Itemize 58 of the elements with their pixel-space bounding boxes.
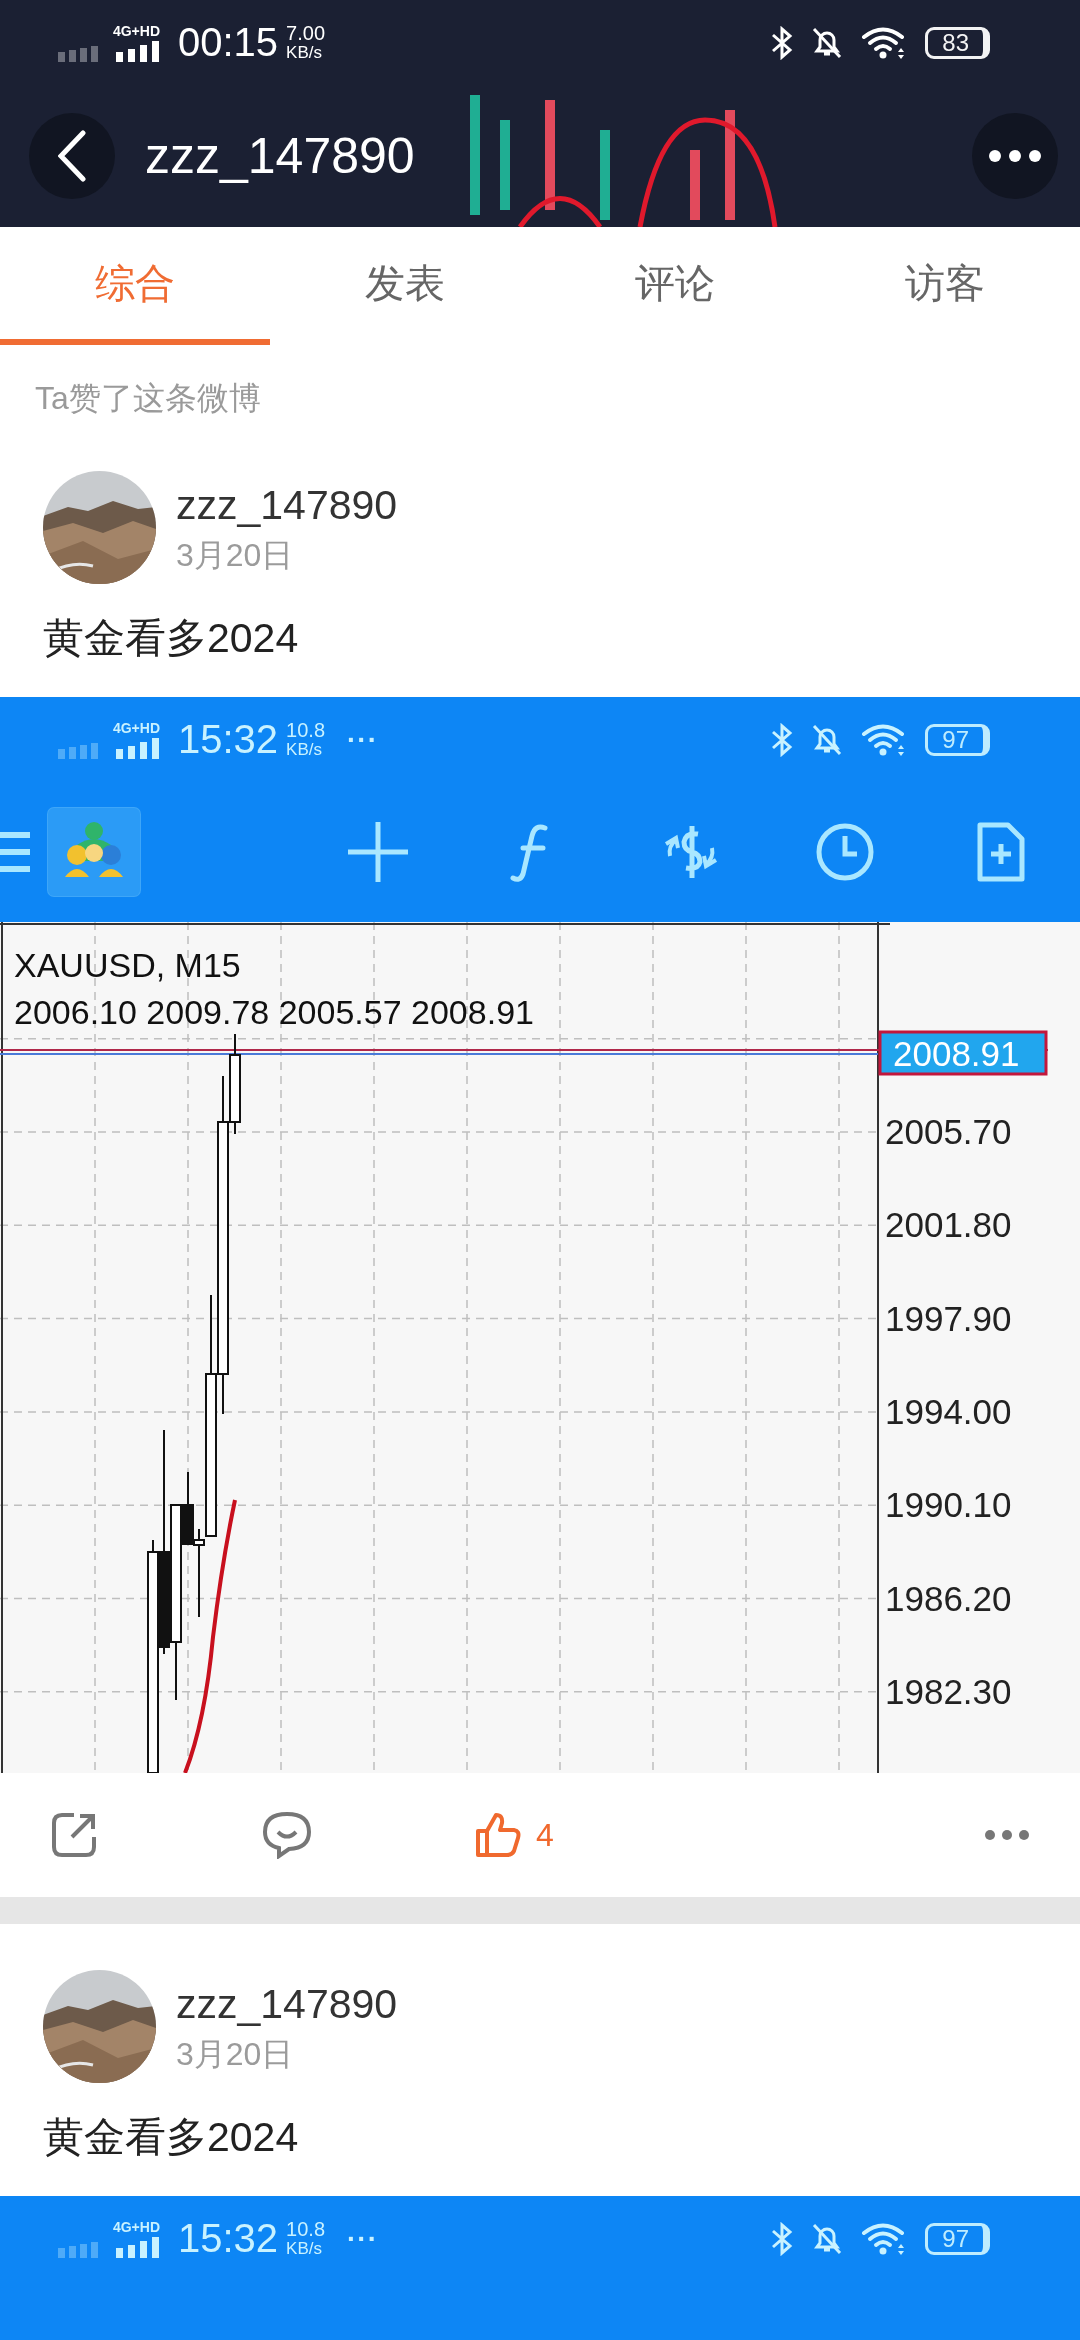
speed-unit: KB/s: [286, 2238, 323, 2258]
ohlc-values: 2006.10 2009.78 2005.57 2008.91: [14, 993, 534, 1031]
comment-button[interactable]: [262, 1811, 312, 1859]
author-name: zzz_147890: [176, 1979, 398, 2029]
axis-label: 1982.30: [885, 1671, 1012, 1711]
axis-label: 1994.00: [885, 1391, 1012, 1431]
bell-off-icon: [811, 2221, 844, 2256]
like-button[interactable]: 4: [474, 1811, 554, 1859]
post-text: 黄金看多2024: [42, 2113, 300, 2162]
bluetooth-icon: [771, 25, 794, 60]
comment-icon: [262, 1811, 312, 1859]
axis-label: 2005.70: [885, 1112, 1012, 1151]
crosshair-icon[interactable]: [348, 822, 408, 882]
bluetooth-icon: [771, 722, 794, 757]
share-icon: [50, 1811, 98, 1859]
more-icon: [984, 1829, 1030, 1841]
post-date: 3月20日: [176, 2034, 295, 2074]
chart-symbol: XAUUSD, M15: [14, 946, 241, 984]
more-icon: [988, 149, 1042, 163]
profile-title: zzz_147890: [145, 127, 416, 185]
signal-icon: [58, 2235, 160, 2258]
network-speed: 7.00: [286, 23, 326, 43]
axis-label: 1990.10: [885, 1485, 1012, 1525]
more-notifications: ···: [347, 2222, 379, 2255]
network-type: 4G+HD: [112, 23, 160, 38]
status-time: 00:15: [178, 20, 279, 65]
clock-icon[interactable]: [815, 822, 875, 882]
thumbs-up-icon: [474, 1811, 522, 1859]
bell-off-icon: [811, 25, 844, 60]
battery-indicator: 83: [925, 26, 990, 59]
app-logo-icon[interactable]: [48, 808, 140, 896]
network-speed: 10.8: [286, 720, 326, 740]
bluetooth-icon: [771, 2221, 794, 2256]
network-speed: 10.8: [286, 2219, 326, 2239]
share-button[interactable]: [50, 1811, 98, 1859]
speed-unit: KB/s: [286, 42, 323, 62]
current-price-tag: 2008.91: [878, 1030, 1048, 1076]
network-type: 4G+HD: [112, 2219, 160, 2234]
author-name: zzz_147890: [176, 480, 398, 530]
battery-indicator: 97: [925, 2222, 990, 2255]
battery-indicator: 97: [925, 723, 990, 756]
menu-icon[interactable]: [0, 830, 30, 874]
activity-note: Ta赞了这条微博: [34, 379, 262, 418]
status-time: 15:32: [178, 717, 279, 762]
back-icon: [58, 130, 86, 182]
signal-icon: [58, 736, 160, 759]
axis-label: 2001.80: [885, 1205, 1012, 1245]
bell-off-icon: [811, 722, 844, 757]
like-count: 4: [536, 1816, 554, 1854]
network-type: 4G+HD: [112, 720, 160, 735]
status-time: 15:32: [178, 2216, 279, 2261]
post-date: 3月20日: [176, 535, 295, 575]
axis-label: 1997.90: [885, 1298, 1012, 1338]
post-text: 黄金看多2024: [42, 614, 300, 663]
axis-label: 1986.20: [885, 1578, 1012, 1618]
speed-unit: KB/s: [286, 739, 323, 759]
more-notifications: ···: [347, 723, 379, 756]
signal-icon: [58, 39, 160, 62]
